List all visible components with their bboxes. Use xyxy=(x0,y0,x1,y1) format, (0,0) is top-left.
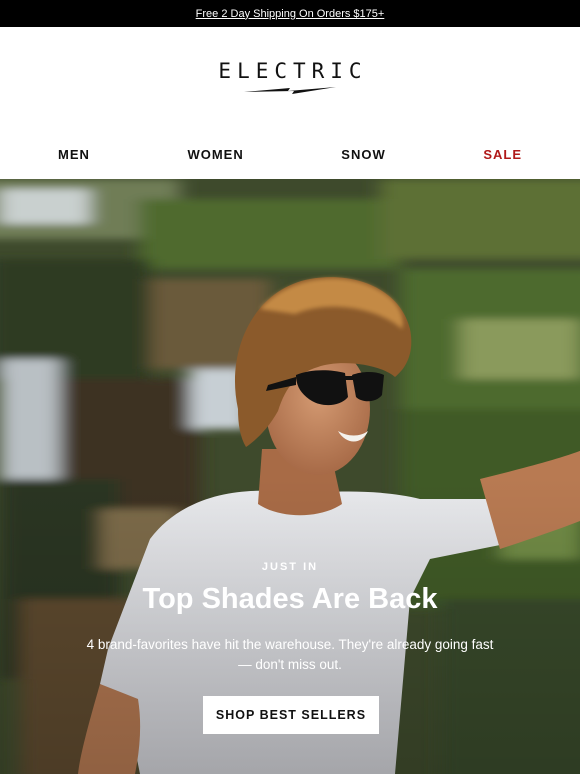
promo-bar: Free 2 Day Shipping On Orders $175+ xyxy=(0,0,580,27)
lightning-bolt-icon xyxy=(244,87,336,94)
promo-link[interactable]: Free 2 Day Shipping On Orders $175+ xyxy=(196,8,385,20)
logo-wordmark: ELECTRIC xyxy=(218,59,368,83)
hero-eyebrow: JUST IN xyxy=(261,561,319,573)
hero-body-text: 4 brand-favorites have hit the warehouse… xyxy=(86,637,494,672)
shop-best-sellers-button[interactable]: SHOP BEST SELLERS xyxy=(203,696,379,734)
hero-shade xyxy=(0,179,580,774)
nav-item-sale[interactable]: SALE xyxy=(483,147,522,162)
nav-item-women[interactable]: WOMEN xyxy=(187,147,243,162)
hero-banner[interactable]: JUST IN Top Shades Are Back 4 brand-favo… xyxy=(0,179,580,774)
nav-item-snow[interactable]: SNOW xyxy=(341,147,385,162)
email-header: ELECTRIC xyxy=(0,27,580,129)
brand-logo[interactable]: ELECTRIC xyxy=(0,59,580,95)
hero-title: Top Shades Are Back xyxy=(142,583,438,615)
nav-item-men[interactable]: MEN xyxy=(58,147,90,162)
main-nav: MEN WOMEN SNOW SALE xyxy=(0,129,580,179)
